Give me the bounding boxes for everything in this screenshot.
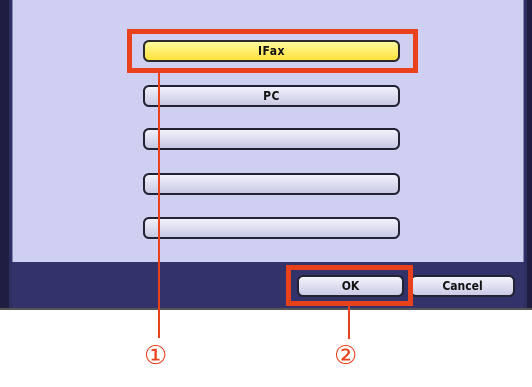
cancel-button-label: Cancel — [442, 279, 483, 293]
destination-button-empty-3[interactable] — [143, 217, 400, 239]
destination-button-pc[interactable]: PC — [143, 85, 400, 107]
destination-button-ifax[interactable]: IFax — [143, 40, 400, 62]
screenshot-stage: IFax PC OK Cancel ① ② — [0, 0, 532, 387]
ok-button[interactable]: OK — [297, 275, 404, 297]
callout-leader-line-two — [348, 306, 350, 339]
destination-button-empty-2[interactable] — [143, 173, 400, 195]
destination-button-empty-1[interactable] — [143, 128, 400, 150]
ok-button-label: OK — [341, 279, 360, 293]
destination-button-label: PC — [263, 89, 280, 103]
screen-left-edge — [0, 0, 9, 308]
callout-number-one: ① — [144, 341, 168, 371]
callout-number-two: ② — [334, 341, 358, 371]
cancel-button[interactable]: Cancel — [410, 275, 515, 297]
screen-right-edge — [527, 0, 532, 308]
callout-leader-line-one — [158, 73, 160, 338]
device-screen: IFax PC OK Cancel — [0, 0, 532, 308]
screen-bottom-border — [0, 308, 532, 310]
destination-button-label: IFax — [258, 44, 285, 58]
